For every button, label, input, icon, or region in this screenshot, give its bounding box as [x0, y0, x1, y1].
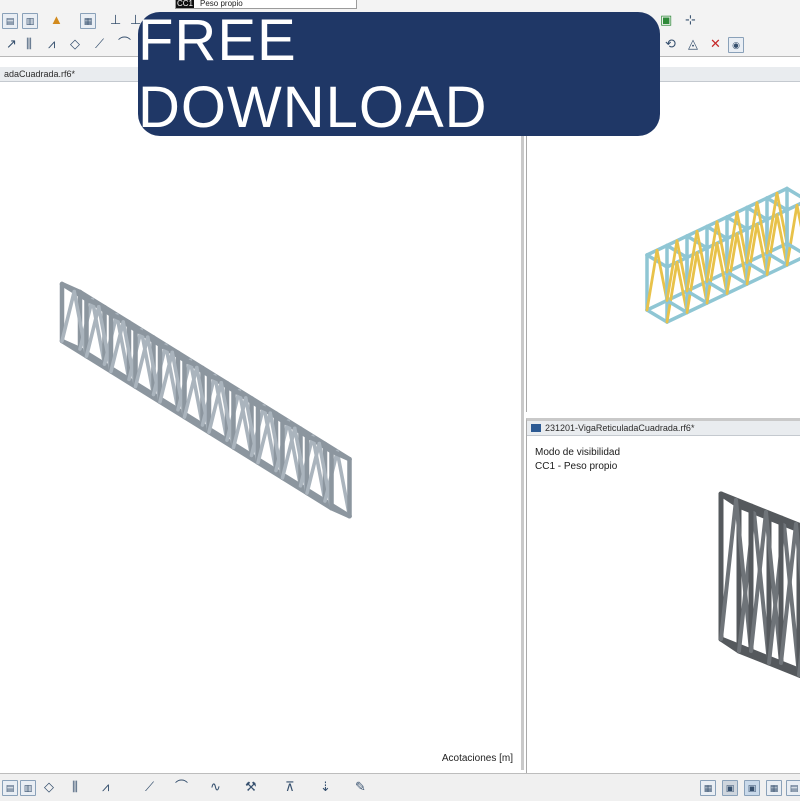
viewport-left[interactable]: adaCuadrada.rf6* Acotaciones [m] [0, 67, 524, 770]
node-icon[interactable]: ◇ [70, 37, 80, 51]
pen-icon[interactable]: ✎ [355, 780, 366, 794]
ortho-icon[interactable]: ▣ [744, 780, 760, 796]
member-set-icon[interactable]: ⩘ [102, 780, 109, 794]
node-icon[interactable]: ◇ [44, 780, 54, 794]
results-icon[interactable]: ▣ [660, 13, 672, 27]
arc-icon[interactable]: ⌒ [118, 37, 131, 51]
tool-icon[interactable]: ⚒ [245, 780, 257, 794]
warning-icon[interactable]: ▲ [50, 13, 63, 27]
support-icon[interactable]: ⊼ [285, 780, 295, 794]
line-icon[interactable]: ⟋ [145, 780, 154, 794]
arrow-icon[interactable]: ↗ [6, 37, 17, 51]
print-icon[interactable]: ▤ [2, 780, 18, 796]
snap-icon[interactable]: ▣ [722, 780, 738, 796]
rotate-icon[interactable]: ⟲ [665, 37, 676, 51]
member-set-icon[interactable]: ⩘ [48, 37, 55, 51]
free-download-banner[interactable]: FREE DOWNLOAD [138, 8, 660, 140]
export-icon[interactable]: ▥ [20, 780, 36, 796]
load-icon[interactable]: ⇣ [320, 780, 331, 794]
viewport-bottom-right[interactable]: 231201-VigaReticuladaCuadrada.rf6* Modo … [526, 418, 800, 773]
member-icon[interactable]: ⫼ [26, 37, 32, 51]
dimension-label: Acotaciones [m] [441, 753, 513, 764]
osnap-icon[interactable]: ▦ [766, 780, 782, 796]
snap-grid-icon[interactable]: ▦ [700, 780, 716, 796]
line-icon[interactable]: ⟋ [95, 37, 104, 51]
layer-icon[interactable]: ▤ [786, 780, 800, 796]
member-icon[interactable]: ⫼ [72, 780, 78, 794]
axis-icon[interactable]: ⊥ [110, 13, 121, 27]
mirror-icon[interactable]: ◬ [688, 37, 698, 51]
print-icon[interactable]: ▦ [80, 13, 96, 29]
axes-icon[interactable]: ⊹ [685, 13, 696, 27]
bottom-toolbar: ▤ ▥ ◇ ⫼ ⩘ ⟋ ⌒ ∿ ⚒ ⊼ ⇣ ✎ ▦ ▣ ▣ ▦ ▤ [0, 773, 800, 801]
save-icon[interactable]: ▤ [2, 13, 18, 29]
delete-icon[interactable]: ✕ [710, 37, 721, 51]
camera-icon[interactable]: ◉ [728, 37, 744, 53]
arc-icon[interactable]: ⌒ [175, 780, 188, 794]
truss-model-bottom-right [718, 491, 800, 679]
open-icon[interactable]: ▥ [22, 13, 38, 29]
spline-icon[interactable]: ∿ [210, 780, 221, 794]
truss-model-left [59, 281, 352, 519]
